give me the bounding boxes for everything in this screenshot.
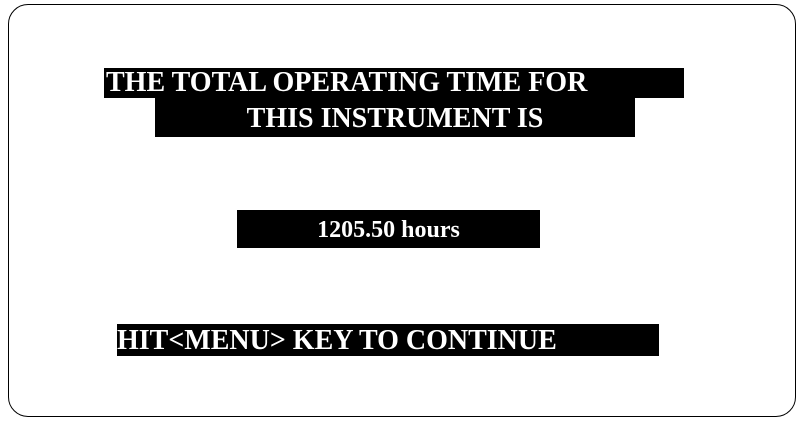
operating-time-value: 1205.50 hours [237, 210, 540, 248]
menu-key-continue-prompt: HIT<MENU> KEY TO CONTINUE [117, 324, 659, 356]
operating-time-heading-line1: THE TOTAL OPERATING TIME FOR [104, 68, 684, 98]
operating-time-heading-line2: THIS INSTRUMENT IS [155, 98, 635, 137]
